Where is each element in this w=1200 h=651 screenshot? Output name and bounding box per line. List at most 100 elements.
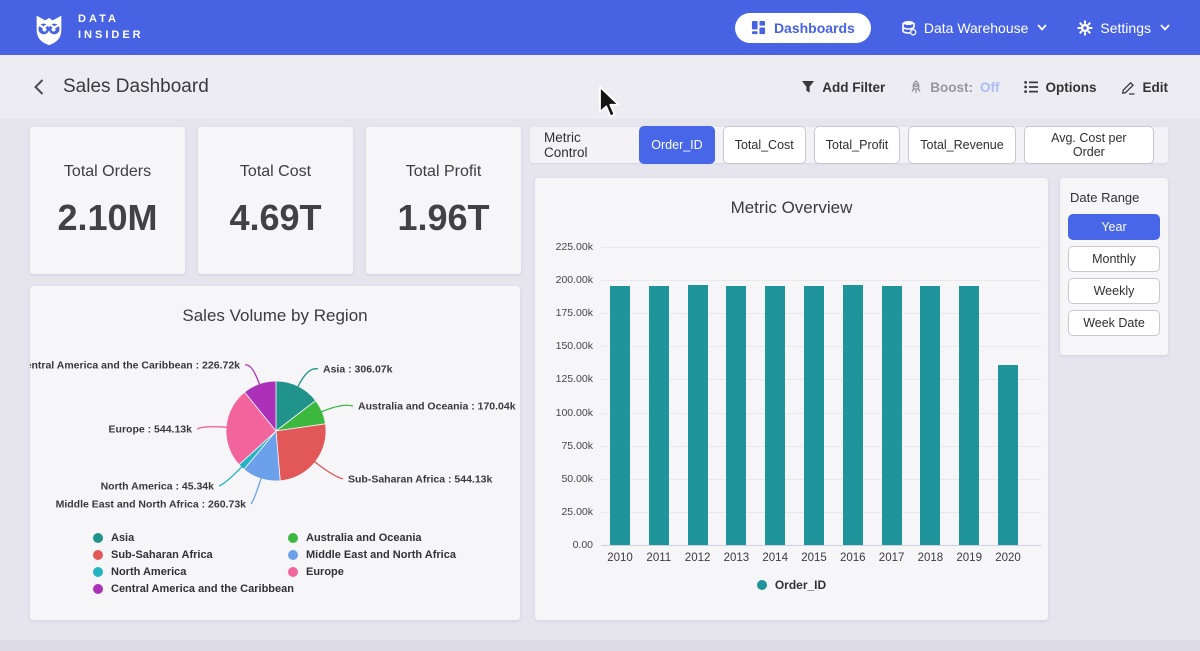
page-header: Sales Dashboard Add Filter Boost: Off [0, 55, 1200, 119]
navbar: DATA INSIDER Dashboards Data Warehouse [0, 0, 1200, 55]
owl-logo-icon [30, 9, 68, 47]
bar-2012[interactable] [688, 285, 708, 545]
bar-chart-legend: Order_ID [535, 578, 1048, 592]
pie-label-australia-and-oceania: Australia and Oceania : 170.04k [358, 401, 516, 413]
legend-item-north-america[interactable]: North America [93, 566, 294, 578]
chevron-left-icon [32, 78, 45, 96]
options-list-icon [1024, 80, 1039, 94]
date-range-option-year[interactable]: Year [1068, 214, 1160, 240]
kpi-label: Total Orders [64, 163, 151, 181]
date-range-option-weekly[interactable]: Weekly [1068, 278, 1160, 304]
pie-leader-line [251, 478, 261, 504]
pie-chart-panel: Sales Volume by Region Asia : 306.07kAus… [30, 286, 520, 620]
legend-item-central-america-and-the-caribbean[interactable]: Central America and the Caribbean [93, 583, 294, 595]
kpi-label: Total Cost [240, 163, 311, 181]
legend-item-middle-east-and-north-africa[interactable]: Middle East and North Africa [288, 549, 456, 561]
legend-item-sub-saharan-africa[interactable]: Sub-Saharan Africa [93, 549, 294, 561]
add-filter-button[interactable]: Add Filter [801, 80, 885, 95]
metric-control-label: Metric Control [544, 130, 627, 160]
brand-line-1: DATA [78, 12, 144, 28]
nav-data-warehouse[interactable]: Data Warehouse [901, 20, 1048, 36]
pie-legend-column-1: Asia Sub-Saharan Africa North America Centr… [93, 532, 294, 595]
pie-leader-line [197, 427, 227, 429]
pie-chart[interactable]: Asia : 306.07k Australia and Oceania : 17… [30, 286, 520, 524]
add-filter-label: Add Filter [822, 80, 885, 95]
pie-slice-sub-saharan-africa[interactable] [276, 424, 326, 481]
page-title: Sales Dashboard [63, 76, 209, 98]
bar-2017[interactable] [882, 286, 902, 545]
bar-2015[interactable] [804, 286, 824, 545]
metric-option-avg-cost-per-order[interactable]: Avg. Cost per Order [1024, 126, 1154, 164]
y-axis-tick: 150.00k [535, 340, 593, 352]
boost-label: Boost: [930, 80, 973, 95]
legend-item-asia[interactable]: Asia [93, 532, 294, 544]
metric-control-bar: Metric Control Order_IDTotal_CostTotal_P… [530, 127, 1168, 163]
brand-line-2: INSIDER [78, 28, 144, 44]
metric-option-total-revenue[interactable]: Total_Revenue [908, 126, 1015, 164]
metric-option-total-cost[interactable]: Total_Cost [723, 126, 806, 164]
kpi-value: 2.10M [57, 197, 157, 239]
kpi-card-total-profit: Total Profit1.96T [366, 127, 521, 274]
metric-control-options: Order_IDTotal_CostTotal_ProfitTotal_Reve… [639, 126, 1154, 164]
y-axis-tick: 75.00k [535, 440, 593, 452]
pie-label-sub-saharan-africa: Sub-Saharan Africa : 544.13k [348, 474, 492, 486]
pie-label-middle-east-and-north-africa: Middle East and North Africa : 260.73k [56, 499, 247, 511]
bar-2013[interactable] [726, 286, 746, 545]
x-axis-tick: 2018 [910, 552, 950, 564]
bar-2018[interactable] [920, 286, 940, 545]
pencil-edit-icon [1121, 80, 1136, 95]
y-axis-tick: 125.00k [535, 373, 593, 385]
date-range-panel: Date Range YearMonthlyWeeklyWeek Date [1060, 178, 1168, 355]
bar-2014[interactable] [765, 286, 785, 545]
legend-item-australia-and-oceania[interactable]: Australia and Oceania [288, 532, 456, 544]
legend-item-label: Sub-Saharan Africa [111, 549, 213, 561]
pie-leader-line [298, 369, 318, 387]
legend-item-label: Asia [111, 532, 134, 544]
legend-dot [757, 580, 767, 590]
gridline [601, 545, 1041, 546]
kpi-value: 4.69T [229, 197, 321, 239]
bar-2020[interactable] [998, 365, 1018, 545]
pie-leader-line [219, 466, 242, 486]
rocket-icon [909, 80, 923, 95]
x-axis-tick: 2017 [872, 552, 912, 564]
nav-dashboards-button[interactable]: Dashboards [735, 13, 871, 43]
legend-item-europe[interactable]: Europe [288, 566, 456, 578]
edit-button[interactable]: Edit [1121, 80, 1169, 95]
legend-dot [288, 567, 298, 577]
metric-option-order-id[interactable]: Order_ID [639, 126, 714, 164]
x-axis-tick: 2011 [639, 552, 679, 564]
kpi-card-total-orders: Total Orders 2.10M [30, 127, 185, 274]
legend-dot [93, 584, 103, 594]
back-button[interactable] [32, 78, 45, 96]
pie-label-europe: Europe : 544.13k [109, 424, 193, 436]
date-range-option-week-date[interactable]: Week Date [1068, 310, 1160, 336]
metric-option-total-profit[interactable]: Total_Profit [814, 126, 901, 164]
bar-2016[interactable] [843, 285, 863, 545]
bar-chart-title: Metric Overview [535, 198, 1048, 218]
bar-2011[interactable] [649, 286, 669, 545]
nav-data-warehouse-label: Data Warehouse [924, 20, 1029, 36]
pie-label-asia: Asia : 306.07k [323, 364, 393, 376]
nav-settings-label: Settings [1100, 20, 1151, 36]
x-axis-tick: 2016 [833, 552, 873, 564]
legend-item-label: Europe [306, 566, 344, 578]
legend-item-label: Central America and the Caribbean [111, 583, 294, 595]
legend-item-label: Middle East and North Africa [306, 549, 456, 561]
legend-dot [93, 533, 103, 543]
bar-2010[interactable] [610, 286, 630, 545]
y-axis-tick: 25.00k [535, 506, 593, 518]
date-range-options: Year Monthly Weekly Week Date [1068, 214, 1160, 336]
bar-2019[interactable] [959, 286, 979, 545]
x-axis-tick: 2012 [678, 552, 718, 564]
pie-leader-line [314, 462, 343, 480]
pie-legend-column-2: Australia and Oceania Middle East and Nor… [288, 532, 456, 578]
options-button[interactable]: Options [1024, 80, 1097, 95]
boost-toggle[interactable]: Boost: Off [909, 80, 999, 95]
pie-leader-line [245, 365, 260, 385]
x-axis-tick: 2010 [600, 552, 640, 564]
legend-dot [288, 533, 298, 543]
date-range-option-monthly[interactable]: Monthly [1068, 246, 1160, 272]
pie-leader-line [321, 405, 353, 412]
nav-settings[interactable]: Settings [1077, 20, 1170, 36]
